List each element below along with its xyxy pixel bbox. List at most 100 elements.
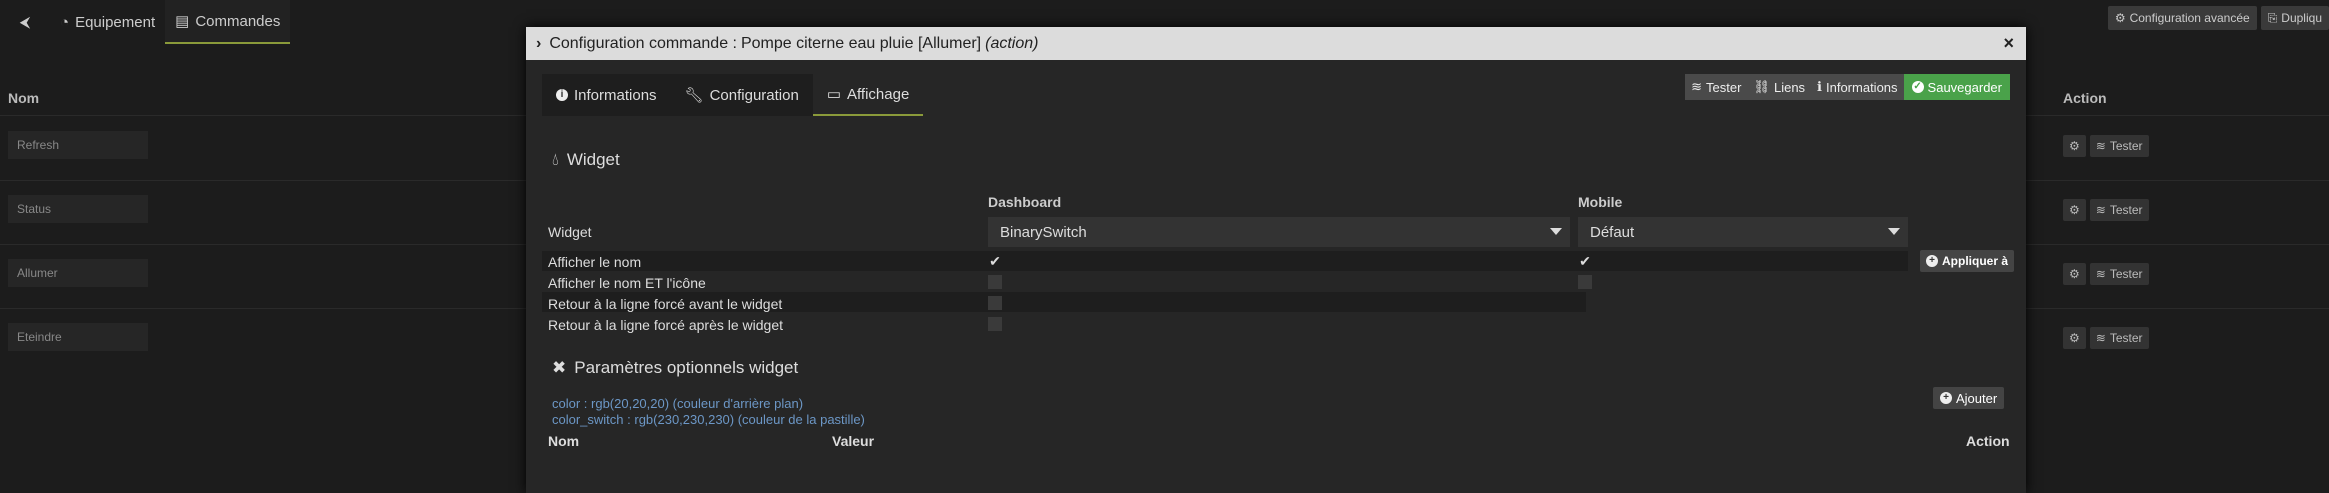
add-param-button[interactable]: + Ajouter: [1933, 387, 2005, 409]
dashboard-widget-select[interactable]: BinarySwitch: [988, 217, 1570, 247]
command-name-input[interactable]: Allumer: [8, 259, 148, 287]
command-test-button[interactable]: ≋ Tester: [2089, 135, 2149, 157]
back-button[interactable]: ⮜: [0, 0, 50, 44]
command-config-modal: › Configuration commande : Pompe citerne…: [526, 27, 2026, 493]
optional-param-link[interactable]: color : rgb(20,20,20) (couleur d'arrière…: [552, 396, 803, 411]
tab-commands[interactable]: ▤ Commandes: [165, 0, 291, 44]
tab-configuration-label: Configuration: [709, 86, 799, 104]
widget-section-title: 💧︎ Widget: [552, 150, 620, 170]
command-name-input[interactable]: Eteindre: [8, 323, 148, 351]
mobile-column-header: Mobile: [1578, 194, 1623, 210]
option-label: Retour à la ligne forcé avant le widget: [548, 296, 783, 312]
modal-title-name: Pompe citerne eau pluie [Allumer]: [740, 34, 982, 52]
save-button[interactable]: ✓ Sauvegarder: [1903, 74, 2010, 100]
links-button[interactable]: ⛓ Liens: [1747, 74, 1812, 100]
commands-action-header: Action: [2063, 90, 2107, 106]
background-tabbar: ⮜ ◔ Equipement ▤ Commandes: [0, 0, 291, 44]
show-name-mobile-checkbox[interactable]: ✔: [1578, 254, 1592, 268]
optional-params-label: Paramètres optionnels widget: [574, 358, 799, 377]
dashboard-icon: ◔: [60, 13, 70, 31]
tools-icon: ✖: [552, 358, 567, 377]
rss-icon: ≋: [2095, 139, 2106, 153]
optional-params-title: ✖ Paramètres optionnels widget: [552, 358, 798, 378]
modal-header: › Configuration commande : Pompe citerne…: [526, 27, 2026, 60]
modal-title-prefix: Configuration commande :: [549, 34, 737, 52]
option-label: Afficher le nom: [548, 254, 642, 270]
list-icon: ▤: [175, 13, 190, 30]
option-label: Afficher le nom ET l'icône: [548, 275, 706, 291]
back-arrow-icon: ⮜: [19, 13, 31, 31]
mobile-widget-select[interactable]: Défaut: [1578, 217, 1908, 247]
tab-commands-label: Commandes: [195, 12, 281, 30]
command-config-button[interactable]: ⚙: [2063, 327, 2086, 349]
tab-equipment[interactable]: ◔ Equipement: [50, 0, 165, 44]
save-button-label: Sauvegarder: [1927, 79, 2002, 95]
widget-row-label: Widget: [548, 224, 592, 240]
tab-equipment-label: Equipement: [75, 13, 156, 31]
command-actions: ⚙ ≋ Tester: [2063, 327, 2149, 349]
optional-param-link[interactable]: color_switch : rgb(230,230,230) (couleur…: [552, 412, 865, 427]
command-name-input[interactable]: Refresh: [8, 131, 148, 159]
command-test-button[interactable]: ≋ Tester: [2089, 263, 2149, 285]
command-name-input[interactable]: Status: [8, 195, 148, 223]
test-button[interactable]: ≋ Tester: [1685, 74, 1748, 100]
show-name-dashboard-checkbox[interactable]: ✔: [988, 254, 1002, 268]
background-top-actions: ⚙ Configuration avancée ⎘ Dupliqu: [2107, 6, 2329, 30]
chevron-right-icon: ›: [536, 34, 542, 52]
apply-to-label: Appliquer à: [1942, 254, 2009, 268]
check-circle-icon: ✓: [1911, 81, 1924, 93]
advanced-config-label: Configuration avancée: [2129, 11, 2250, 25]
params-value-header: Valeur: [832, 433, 875, 449]
tab-informations-label: Informations: [574, 86, 657, 104]
command-config-button[interactable]: ⚙: [2063, 199, 2086, 221]
command-config-button[interactable]: ⚙: [2063, 135, 2086, 157]
gears-icon: ⚙: [2069, 139, 2080, 153]
tab-affichage-label: Affichage: [847, 85, 910, 103]
caret-down-icon: [1550, 228, 1562, 235]
test-label: Tester: [2109, 139, 2143, 153]
break-before-dashboard-checkbox[interactable]: [988, 296, 1002, 310]
duplicate-button[interactable]: ⎘ Dupliqu: [2260, 6, 2329, 30]
rss-icon: ≋: [1691, 79, 1703, 94]
gears-icon: ⚙: [2069, 203, 2080, 217]
informations-button-label: Informations: [1826, 79, 1898, 95]
option-row-bg: [1578, 251, 1908, 271]
dashboard-column-header: Dashboard: [988, 194, 1062, 210]
modal-toolbar: ≋ Tester ⛓ Liens ℹ Informations ✓ Sauveg…: [1685, 74, 2010, 100]
rss-icon: ≋: [2095, 203, 2106, 217]
params-action-header: Action: [1966, 433, 2010, 449]
tab-informations[interactable]: i Informations: [542, 74, 671, 116]
break-after-dashboard-checkbox[interactable]: [988, 317, 1002, 331]
test-label: Tester: [2109, 331, 2143, 345]
show-name-icon-mobile-checkbox[interactable]: [1578, 275, 1592, 289]
command-test-button[interactable]: ≋ Tester: [2089, 199, 2149, 221]
show-name-icon-dashboard-checkbox[interactable]: [988, 275, 1002, 289]
apply-to-button[interactable]: + Appliquer à: [1920, 250, 2015, 272]
command-test-button[interactable]: ≋ Tester: [2089, 327, 2149, 349]
params-name-header: Nom: [548, 433, 580, 449]
command-actions: ⚙ ≋ Tester: [2063, 135, 2149, 157]
advanced-config-button[interactable]: ⚙ Configuration avancée: [2107, 6, 2257, 30]
add-param-label: Ajouter: [1956, 390, 1998, 406]
option-row-bg: [542, 251, 1586, 271]
option-label: Retour à la ligne forcé après le widget: [548, 317, 784, 333]
rss-icon: ≋: [2095, 331, 2106, 345]
command-actions: ⚙ ≋ Tester: [2063, 199, 2149, 221]
informations-button[interactable]: ℹ Informations: [1811, 74, 1904, 100]
links-button-label: Liens: [1773, 79, 1806, 95]
duplicate-label: Dupliqu: [2281, 11, 2322, 25]
command-config-button[interactable]: ⚙: [2063, 263, 2086, 285]
gears-icon: ⚙: [2114, 11, 2126, 25]
close-icon[interactable]: ×: [2003, 33, 2014, 54]
copy-icon: ⎘: [2267, 10, 2278, 25]
tab-configuration[interactable]: 🔧︎ Configuration: [670, 74, 813, 116]
links-icon: ⛓: [1753, 79, 1770, 94]
tab-affichage[interactable]: ▭ Affichage: [812, 74, 924, 116]
test-button-label: Tester: [1706, 79, 1742, 95]
mobile-widget-value: Défaut: [1590, 223, 1635, 241]
info-circle-icon: i: [556, 89, 568, 101]
modal-title-type: (action): [985, 34, 1039, 52]
plus-circle-icon: +: [1940, 392, 1952, 404]
caret-down-icon: [1888, 228, 1900, 235]
info-icon: ℹ: [1817, 79, 1822, 94]
